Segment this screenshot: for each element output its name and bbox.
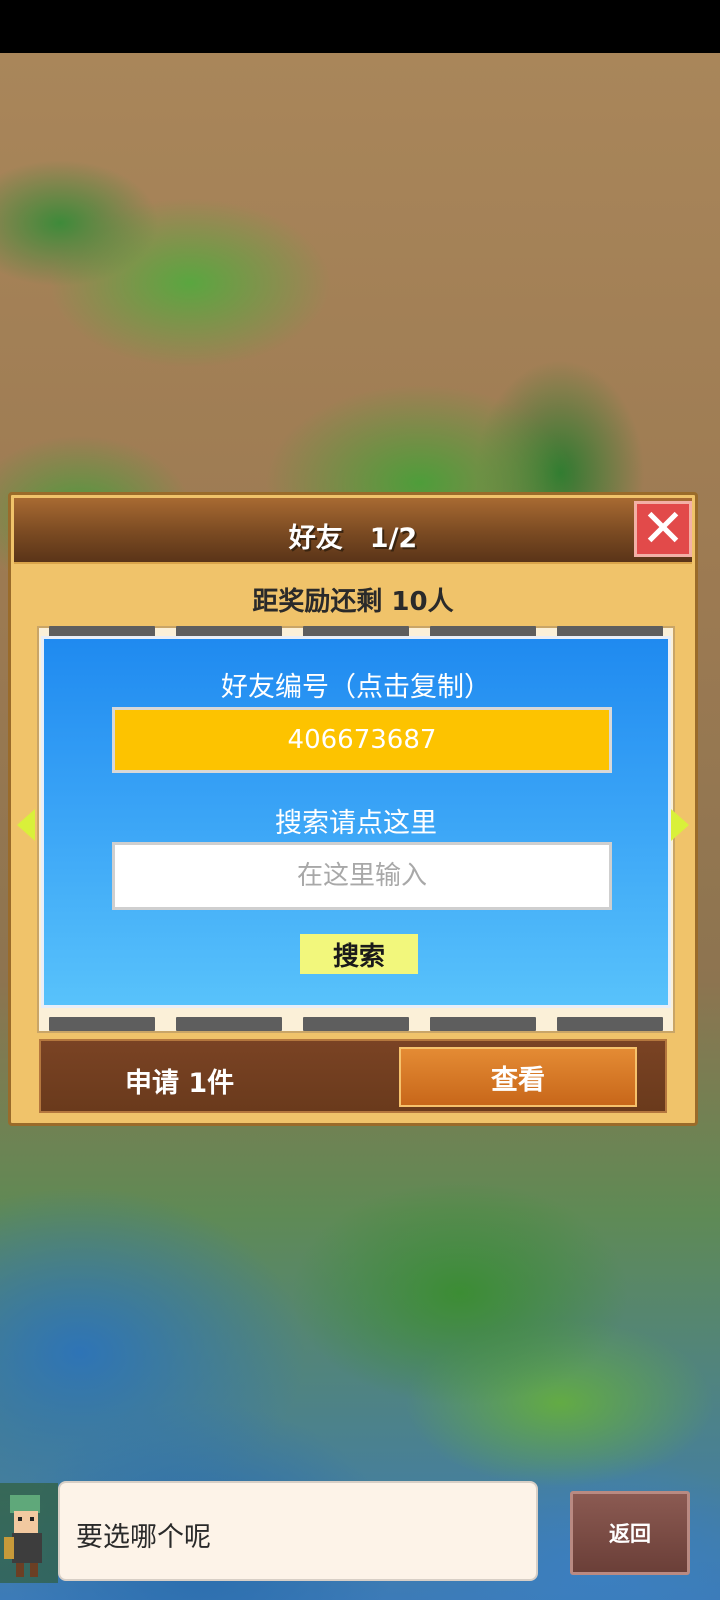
close-icon: ✕ [641,499,685,559]
advisor-speech-bubble: 要选哪个呢 [58,1481,538,1581]
friend-id-label: 好友编号（点击复制） [221,672,491,703]
search-button[interactable]: 搜索 [300,934,418,974]
friend-request-bar: 申请 1件 查看 [39,1039,667,1113]
back-button[interactable]: 返回 [570,1491,690,1575]
friend-search-dialog: 好友编号（点击复制） 406673687 搜索请点这里 搜索 [41,636,671,1008]
arrow-right-icon[interactable] [671,809,689,841]
panel-title: 好友 1/2 [288,523,418,554]
advisor-avatar [0,1483,58,1583]
view-requests-button[interactable]: 查看 [399,1047,637,1107]
search-hint-label: 搜索请点这里 [275,808,437,839]
close-button[interactable]: ✕ [634,501,692,557]
slot-strip-bottom [39,1017,673,1031]
request-count-label: 申请 1件 [125,1068,235,1099]
friend-panel: 好友 1/2 ✕ 距奖励还剩 10人 好友编号（点击复制） 406673687 … [8,492,698,1126]
slot [302,1017,409,1031]
arrow-left-icon[interactable] [17,809,35,841]
reward-progress-text: 距奖励还剩 10人 [252,587,454,617]
status-bar [0,0,720,53]
slot [176,1017,283,1031]
panel-header: 好友 1/2 [14,498,692,564]
slot [556,1017,663,1031]
friend-id-copy-button[interactable]: 406673687 [112,707,612,773]
slot [49,1017,156,1031]
friend-search-input[interactable] [112,842,612,910]
advisor-speech-text: 要选哪个呢 [76,1522,211,1553]
slot [429,1017,536,1031]
